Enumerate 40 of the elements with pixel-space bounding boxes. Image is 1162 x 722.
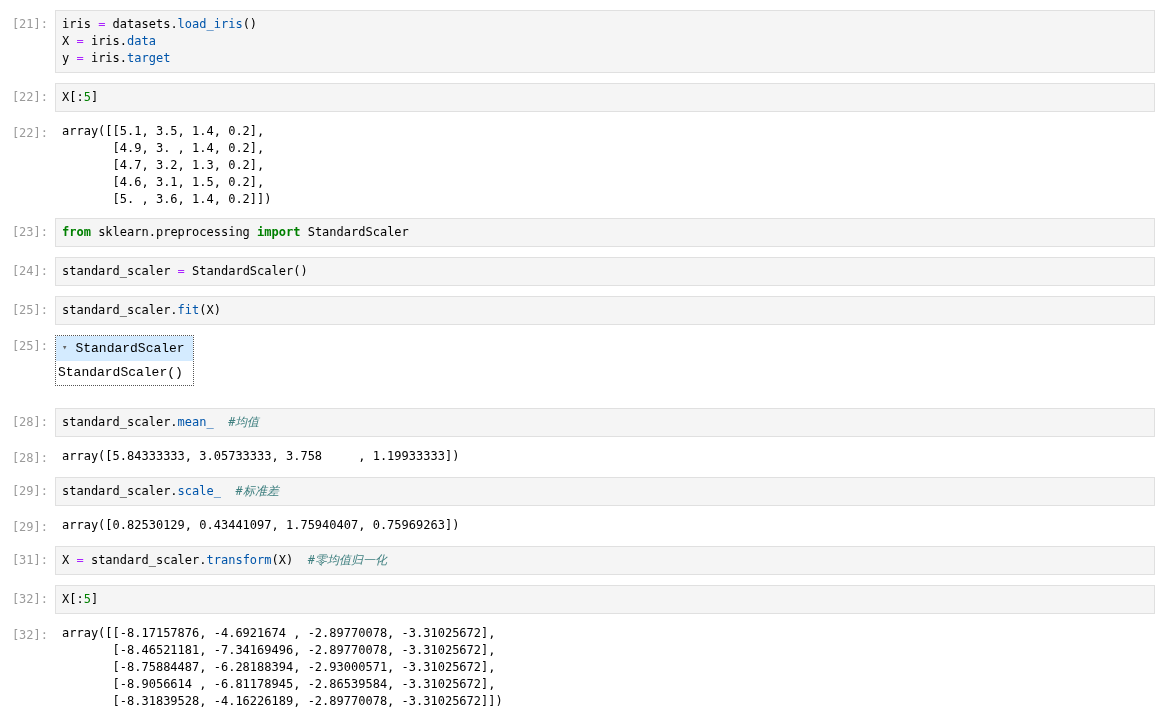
- cell-prompt: [24]:: [10, 263, 48, 280]
- cell-prompt: [32]:: [10, 591, 48, 608]
- cell-prompt: [29]:: [10, 519, 48, 536]
- code-line: standard_scaler.scale_ #标准差: [62, 483, 281, 500]
- code-editor[interactable]: standard_scaler = StandardScaler(): [55, 257, 1155, 286]
- code-line: iris = datasets.load_iris(): [62, 16, 259, 33]
- estimator-header[interactable]: $^{▾}$ StandardScaler: [56, 336, 193, 361]
- cell-prompt: [25]:: [10, 338, 48, 355]
- code-editor[interactable]: standard_scaler.fit(X): [55, 296, 1155, 325]
- code-line: standard_scaler.fit(X): [62, 302, 222, 319]
- code-line: from sklearn.preprocessing import StandardScaler: [62, 224, 410, 241]
- cell-prompt: [21]:: [10, 16, 48, 33]
- code-line: X[:5]: [62, 89, 100, 106]
- code-line: y = iris.target: [62, 50, 172, 67]
- code-line: X[:5]: [62, 591, 100, 608]
- cell-prompt: [25]:: [10, 302, 48, 319]
- cell-prompt: [28]:: [10, 450, 48, 467]
- cell-prompt: [31]:: [10, 552, 48, 569]
- cell-prompt: [22]:: [10, 89, 48, 106]
- cell-prompt: [28]:: [10, 414, 48, 431]
- cell-prompt: [32]:: [10, 627, 48, 644]
- cell-prompt: [23]:: [10, 224, 48, 241]
- cell-prompt: [29]:: [10, 483, 48, 500]
- output-text: array([[5.1, 3.5, 1.4, 0.2], [4.9, 3. , 1.4, 0.2], [4.7, 3.2, 1.3, 0.2], [4.6, 3.1, 1.5, 0.2], [5. , 3.6, 1.4, 0.2]]): [62, 123, 273, 208]
- code-line: X = iris.data: [62, 33, 157, 50]
- code-editor[interactable]: X[:5]: [55, 585, 1155, 614]
- code-editor[interactable]: X = standard_scaler.transform(X) #零均值归一化: [55, 546, 1155, 575]
- estimator-repr: StandardScaler(): [57, 364, 184, 382]
- output-text: array([0.82530129, 0.43441097, 1.75940407, 0.75969263]): [62, 517, 461, 534]
- code-editor[interactable]: from sklearn.preprocessing import StandardScaler: [55, 218, 1155, 247]
- code-line: standard_scaler = StandardScaler(): [62, 263, 309, 280]
- code-line: X = standard_scaler.transform(X) #零均值归一化: [62, 552, 389, 569]
- code-line: standard_scaler.mean_ #均值: [62, 414, 261, 431]
- code-editor[interactable]: X[:5]: [55, 83, 1155, 112]
- code-editor[interactable]: standard_scaler.mean_ #均值: [55, 408, 1155, 437]
- code-editor[interactable]: iris = datasets.load_iris() X = iris.data y = iris.target: [55, 10, 1155, 73]
- output-text: array([5.84333333, 3.05733333, 3.758 , 1.19933333]): [62, 448, 461, 465]
- code-editor[interactable]: standard_scaler.scale_ #标准差: [55, 477, 1155, 506]
- output-text: array([[-8.17157876, -4.6921674 , -2.89770078, -3.31025672], [-8.46521181, -7.34169496, -2.89770078, -3.31025672], [-8.75884487, -6.28188394, -2.93000571, -3.31025672], [-8.9056614 , -6.81178945, -2.86539584, -3.31025672], [-8.31839528, -4.16226189, -2.89770078, -3.31025672]]): [62, 625, 504, 710]
- cell-prompt: [22]:: [10, 125, 48, 142]
